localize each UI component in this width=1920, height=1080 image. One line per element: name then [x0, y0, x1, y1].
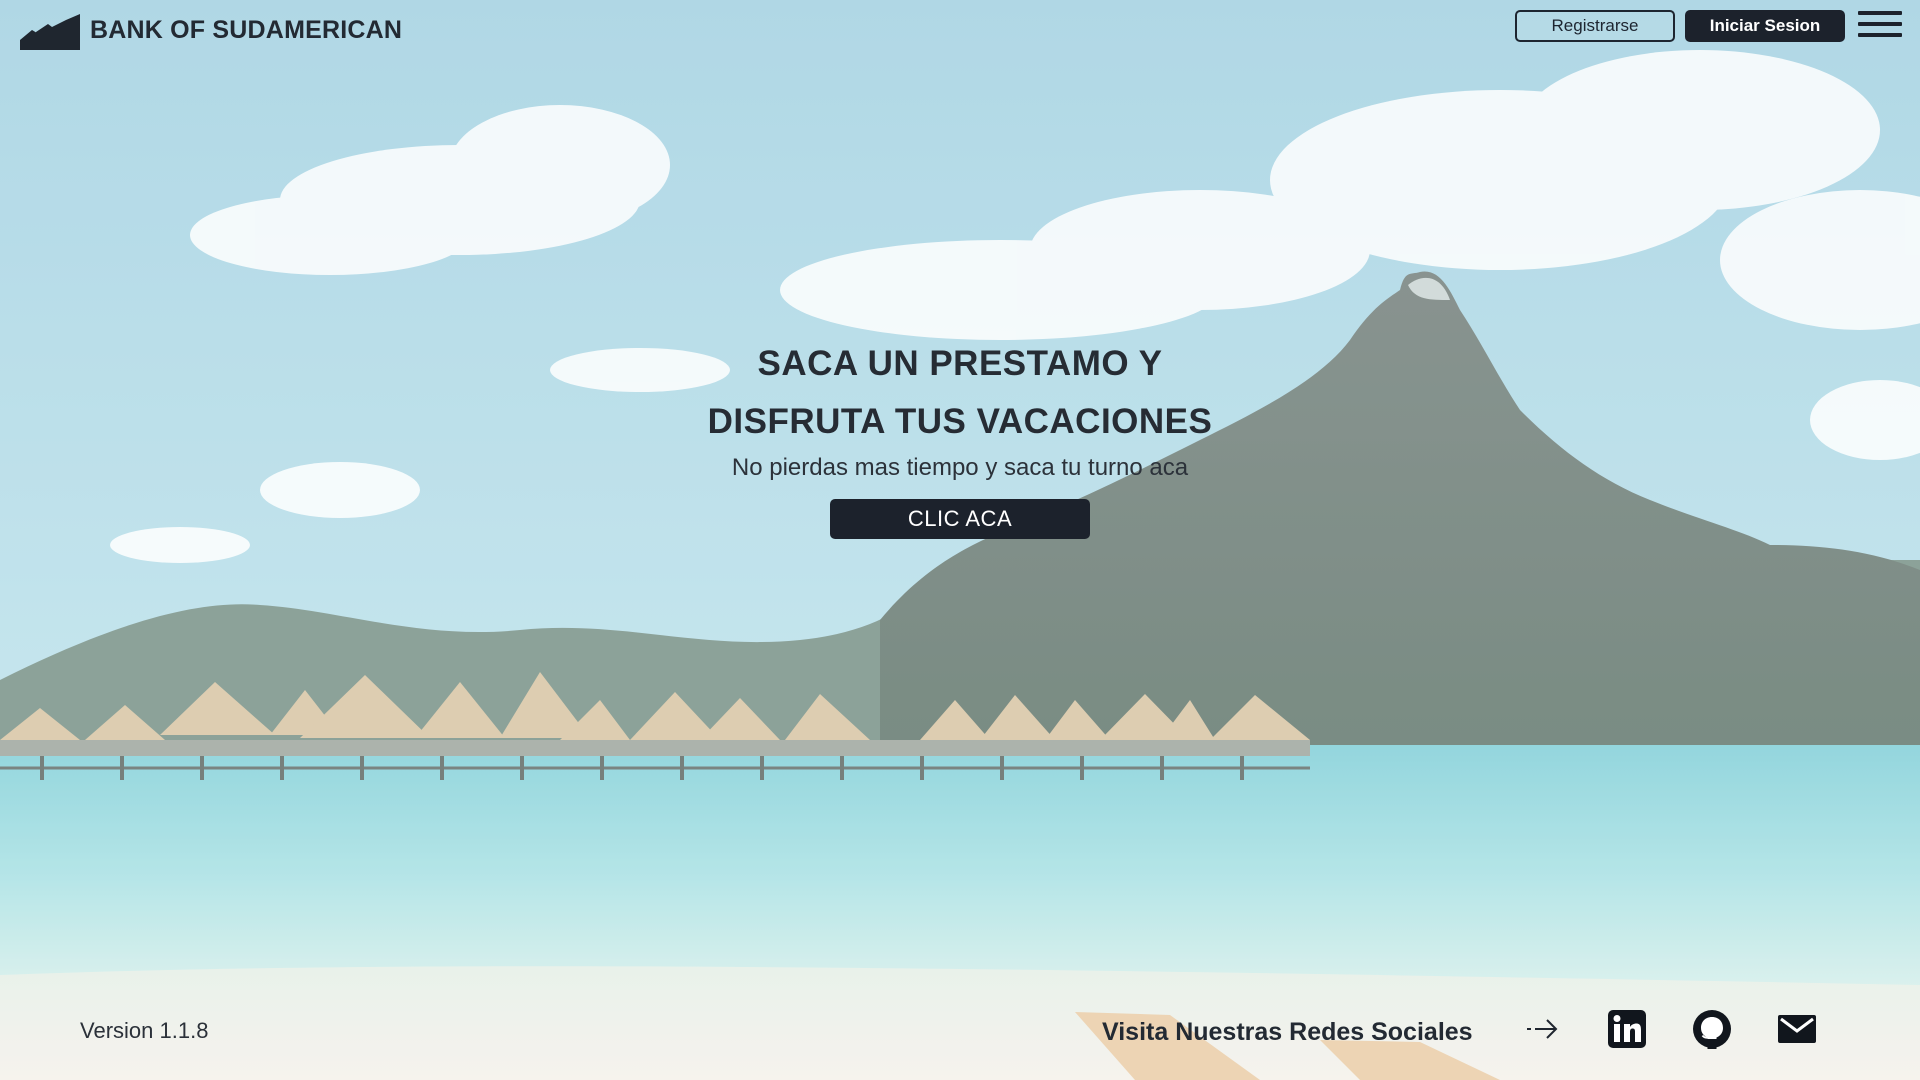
social-networks-label: Visita Nuestras Redes Sociales [1102, 1018, 1473, 1046]
cta-button[interactable]: CLIC ACA [830, 499, 1090, 539]
background-overlay [0, 0, 1920, 1080]
github-link[interactable] [1692, 1009, 1732, 1049]
github-icon [1693, 1010, 1731, 1049]
background-beach-image [0, 0, 1920, 1080]
hero-subtitle: No pierdas mas tiempo y saca tu turno ac… [731, 454, 1189, 481]
brand[interactable]: BANK OF SUDAMERICAN [20, 10, 402, 50]
brand-name: BANK OF SUDAMERICAN [90, 15, 403, 44]
top-navbar: BANK OF SUDAMERICAN Registrarse Iniciar … [0, 0, 1920, 60]
hero-title-line-1: SACA UN PRESTAMO Y [757, 344, 1163, 383]
email-link[interactable] [1777, 1009, 1817, 1049]
bank-logo-icon [20, 14, 80, 50]
mail-icon [1778, 1015, 1816, 1043]
register-button[interactable]: Registrarse [1515, 10, 1675, 42]
login-button[interactable]: Iniciar Sesion [1685, 10, 1845, 42]
linkedin-icon [1608, 1010, 1646, 1048]
version-label: Version 1.1.8 [80, 1018, 209, 1043]
linkedin-link[interactable] [1607, 1009, 1647, 1049]
hero-title-line-2: DISFRUTA TUS VACACIONES [707, 402, 1213, 441]
arrow-right-icon [1527, 1019, 1558, 1039]
hero-title: SACA UN PRESTAMO Y DISFRUTA TUS VACACION… [560, 335, 1360, 451]
hamburger-menu-icon[interactable] [1858, 8, 1902, 44]
hero-section: SACA UN PRESTAMO Y DISFRUTA TUS VACACION… [560, 335, 1360, 539]
